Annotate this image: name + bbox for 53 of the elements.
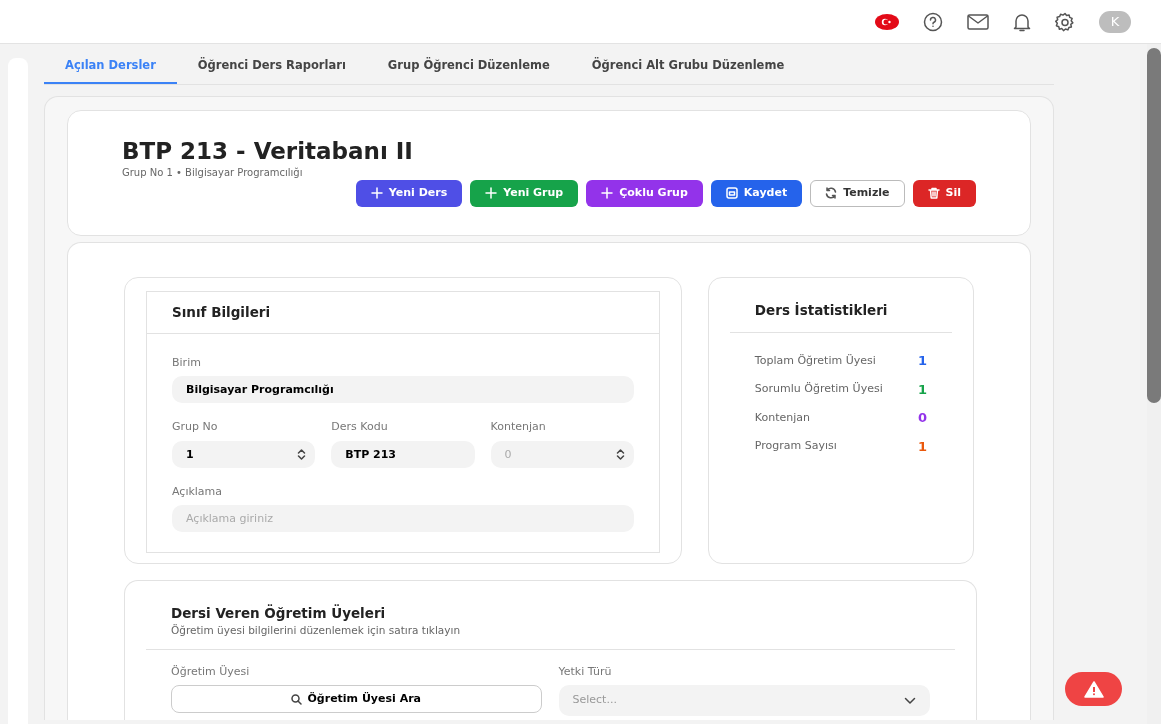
field-label: Birim: [172, 354, 202, 371]
field-label: Grup No: [172, 419, 219, 436]
alert-button[interactable]: [1065, 672, 1122, 706]
action-button[interactable]: Kaydet: [710, 179, 803, 207]
action-button[interactable]: Temizle: [810, 179, 905, 207]
scrollbar-thumb[interactable]: [1147, 48, 1161, 403]
search-icon: [291, 693, 303, 705]
bell-icon[interactable]: [1013, 11, 1031, 32]
course-subtitle: Grup No 1 • Bilgisayar Programcılığı: [122, 165, 304, 180]
tab[interactable]: Öğrenci Ders Raporları: [176, 51, 367, 85]
section-title: Dersi Veren Öğretim Üyeleri: [171, 603, 387, 623]
stat-label: Toplam Öğretim Üyesi: [754, 352, 876, 369]
stat-label: Program Sayısı: [754, 438, 837, 455]
chevron-down-icon: [904, 696, 916, 705]
trash-icon: [927, 187, 940, 200]
warning-icon: [1083, 680, 1104, 698]
help-icon[interactable]: [923, 11, 943, 32]
tab[interactable]: Öğrenci Alt Grubu Düzenleme: [570, 51, 806, 85]
section-title: Ders İstatistikleri: [754, 301, 888, 318]
stat-value: 1: [917, 352, 927, 371]
spinner-icon[interactable]: [296, 448, 308, 460]
stat-value: 1: [917, 380, 927, 399]
course-title: BTP 213 - Veritabanı II: [122, 139, 414, 165]
section-subtitle: Öğretim üyesi bilgilerini düzenlemek için satıra tıklayın: [171, 622, 462, 638]
action-button[interactable]: Çoklu Grup: [586, 179, 703, 207]
stat-value: 0: [917, 409, 927, 428]
field-label: Öğretim Üyesi: [171, 663, 251, 680]
section-title: Sınıf Bilgileri: [172, 303, 271, 320]
action-button[interactable]: Sil: [912, 179, 976, 207]
action-button[interactable]: Yeni Ders: [355, 179, 463, 207]
input-field[interactable]: 1: [172, 440, 316, 468]
plus-icon: [601, 187, 614, 200]
search-button[interactable]: Öğretim Üyesi Ara: [171, 685, 542, 714]
settings-icon[interactable]: [1055, 11, 1075, 32]
input-field[interactable]: 0: [490, 440, 634, 468]
refresh-icon: [825, 187, 838, 200]
field-label: Ders Kodu: [331, 419, 389, 436]
field-label: Kontenjan: [490, 419, 547, 436]
stat-label: Kontenjan: [754, 409, 811, 426]
stat-label: Sorumlu Öğretim Üyesi: [754, 381, 883, 398]
flag-icon[interactable]: [875, 13, 899, 30]
tab[interactable]: Grup Öğrenci Düzenleme: [366, 51, 571, 85]
input-field[interactable]: BTP 213: [331, 440, 475, 468]
input-field[interactable]: Açıklama giriniz: [172, 505, 634, 533]
field-label: Yetki Türü: [558, 663, 613, 680]
input-field[interactable]: Bilgisayar Programcılığı: [172, 376, 634, 404]
mail-icon[interactable]: [967, 13, 989, 30]
plus-icon: [370, 187, 383, 200]
save-icon: [725, 187, 738, 200]
plus-icon: [485, 187, 498, 200]
stat-value: 1: [917, 437, 927, 456]
field-label: Açıklama: [172, 483, 224, 500]
spinner-icon[interactable]: [614, 448, 626, 460]
